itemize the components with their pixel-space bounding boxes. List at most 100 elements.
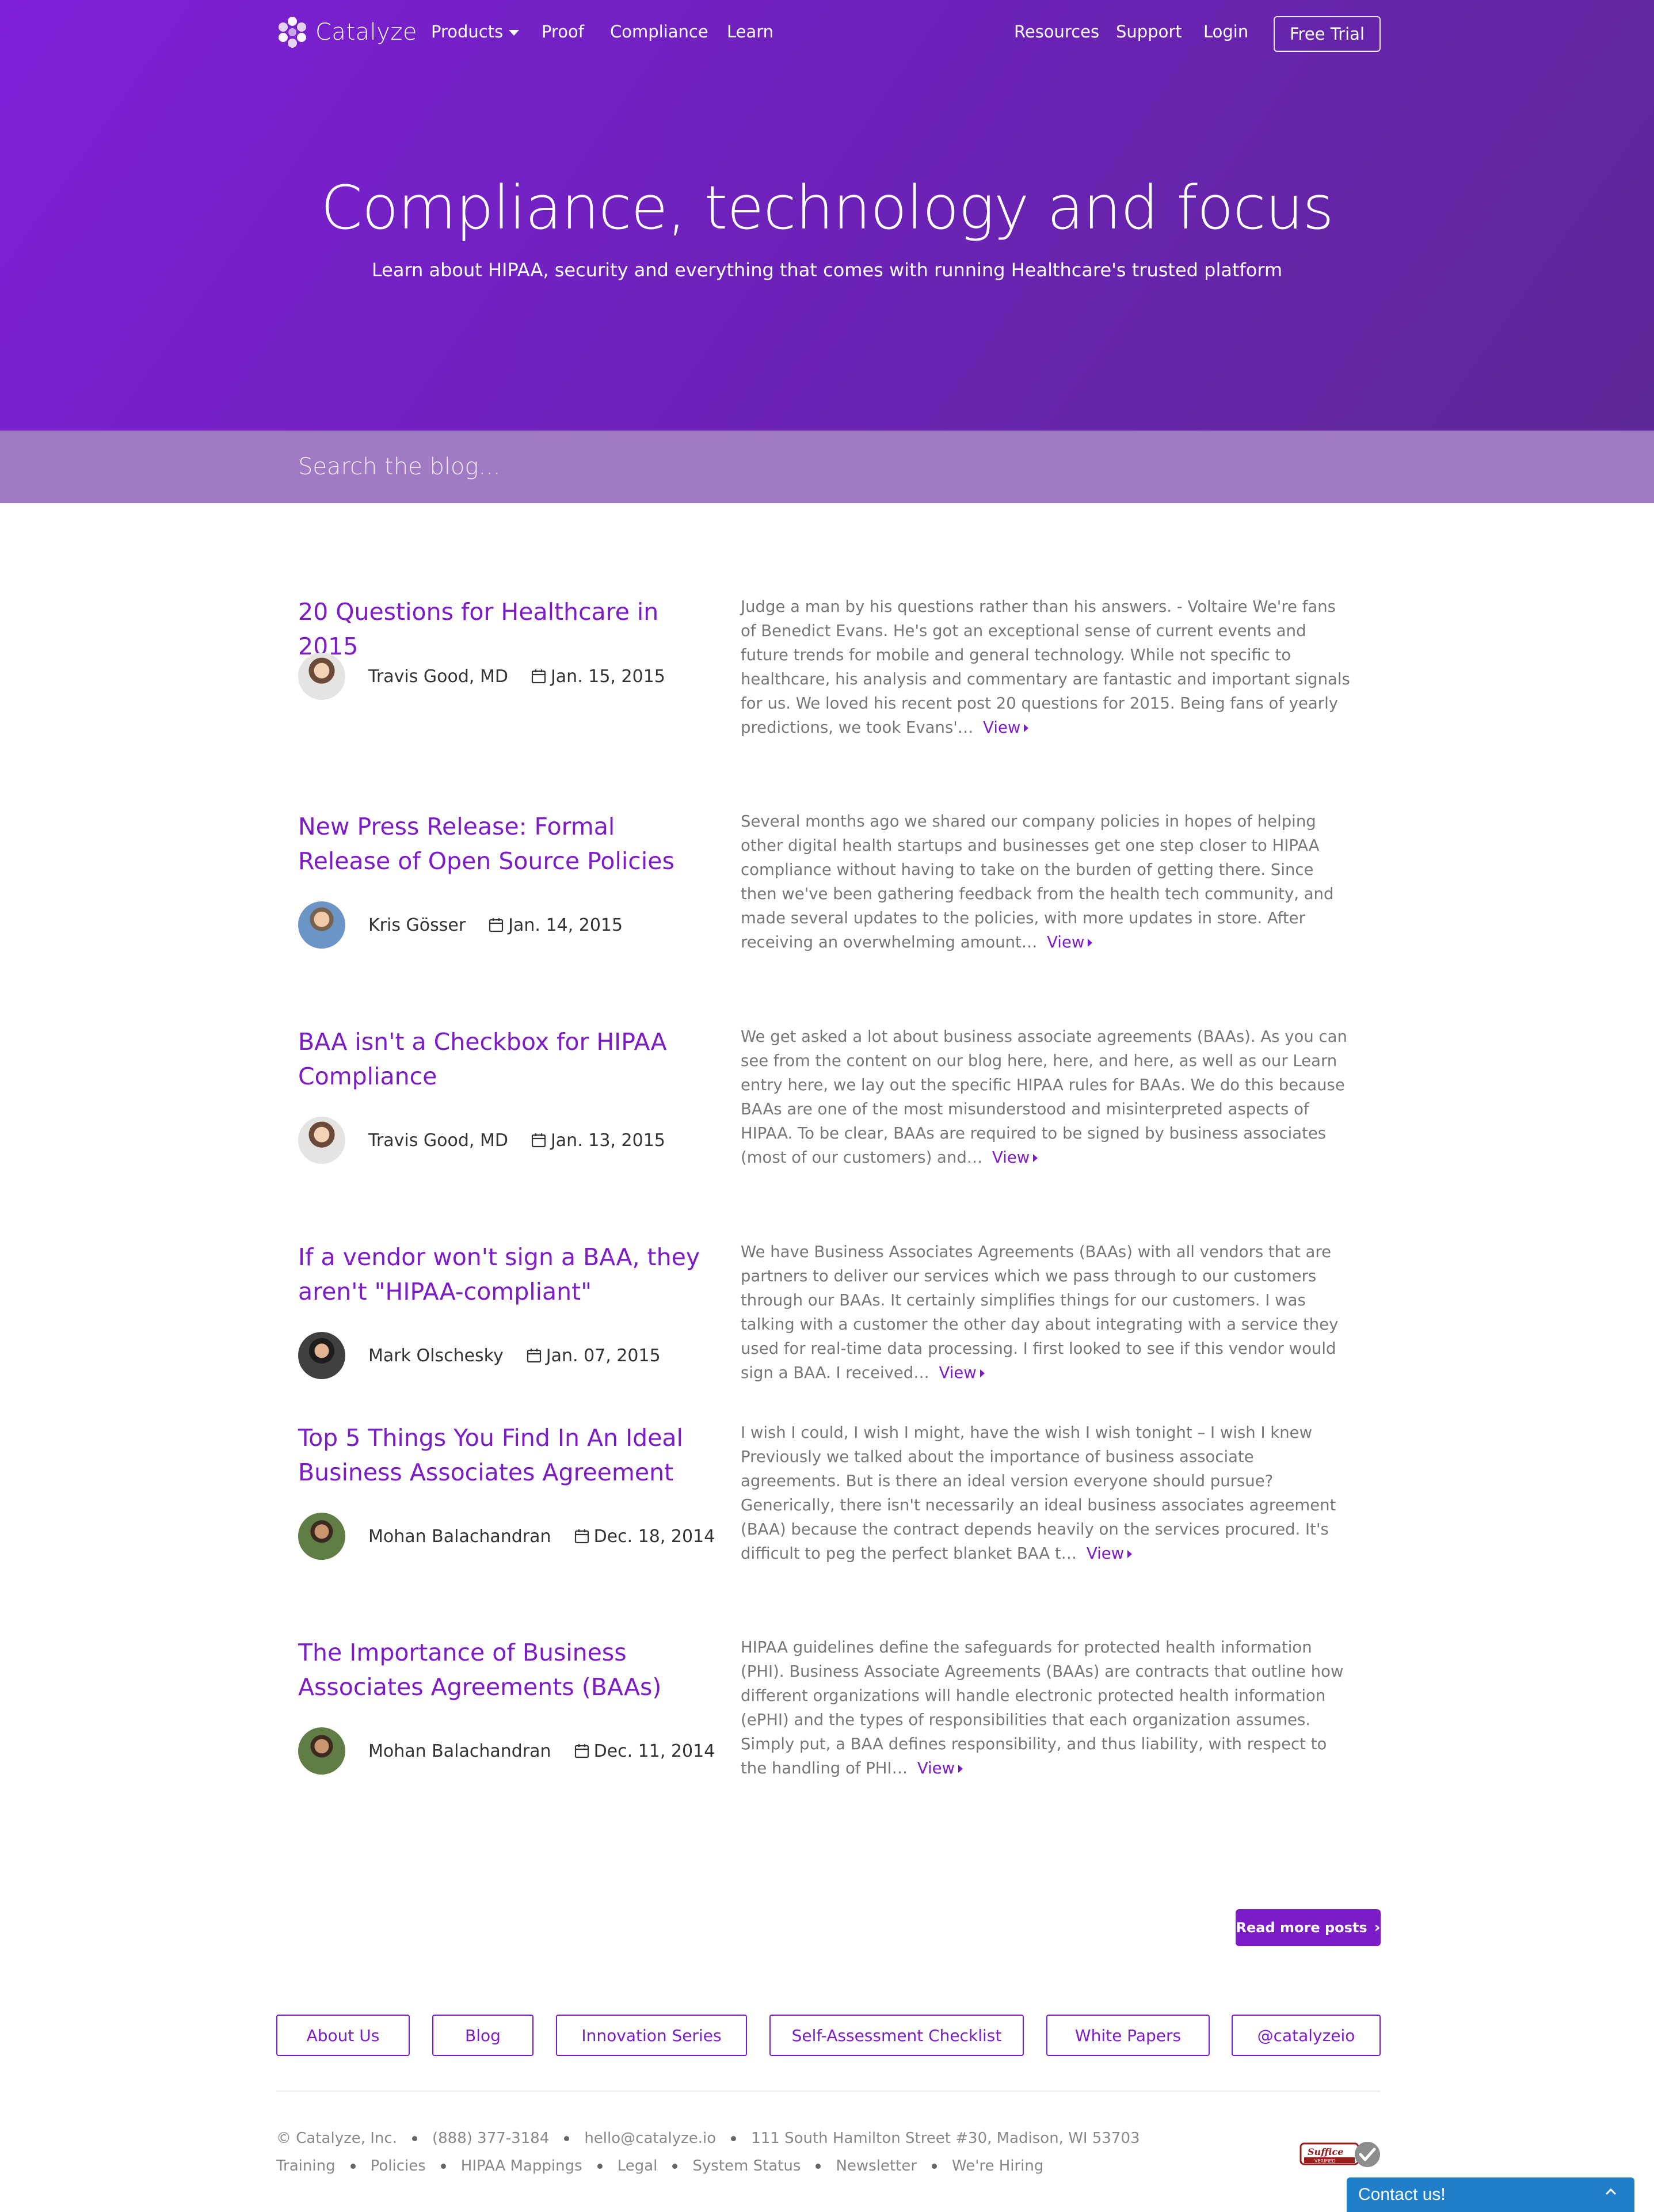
author-name: Kris Gösser — [368, 915, 466, 935]
author-avatar — [298, 1117, 345, 1164]
footer-innovation-series-button[interactable]: Innovation Series — [556, 2015, 747, 2056]
nav-support[interactable]: Support — [1116, 22, 1182, 41]
footer-self-assessment-button[interactable]: Self-Assessment Checklist — [769, 2015, 1024, 2056]
post-date: Jan. 07, 2015 — [527, 1346, 661, 1366]
view-link-label: View — [939, 1364, 977, 1382]
brand-logo[interactable]: Catalyze — [276, 15, 417, 50]
post-excerpt-text: I wish I could, I wish I might, have the… — [741, 1423, 1336, 1563]
caret-right-icon — [980, 1369, 985, 1377]
footer-link-newsletter[interactable]: Newsletter — [836, 2157, 917, 2175]
post-title[interactable]: Top 5 Things You Find In An Ideal Busine… — [298, 1421, 712, 1490]
bullet-separator — [411, 2135, 417, 2141]
nav-compliance[interactable]: Compliance — [610, 22, 708, 41]
post-date-text: Jan. 07, 2015 — [546, 1345, 661, 1366]
post-date: Jan. 14, 2015 — [489, 915, 623, 935]
footer-link-system-status[interactable]: System Status — [692, 2157, 801, 2175]
contact-us-label: Contact us! — [1358, 2185, 1446, 2204]
view-link-label: View — [917, 1759, 955, 1777]
view-post-link[interactable]: View — [939, 1364, 985, 1382]
author-avatar — [298, 1332, 345, 1379]
read-more-label: Read more posts — [1236, 1920, 1367, 1936]
author-name: Travis Good, MD — [368, 666, 508, 687]
footer-address: 111 South Hamilton Street #30, Madison, … — [751, 2130, 1140, 2147]
bullet-separator — [731, 2135, 737, 2141]
footer-divider — [276, 2091, 1381, 2092]
footer-link-hiring[interactable]: We're Hiring — [952, 2157, 1043, 2175]
post-date-text: Dec. 18, 2014 — [593, 1526, 715, 1547]
post-meta: Kris Gösser Jan. 14, 2015 — [298, 901, 623, 949]
calendar-icon — [574, 1529, 589, 1544]
footer-link-legal[interactable]: Legal — [618, 2157, 658, 2175]
blog-search-bar — [0, 431, 1654, 503]
footer-phone[interactable]: (888) 377-3184 — [432, 2130, 549, 2147]
post-title[interactable]: New Press Release: Formal Release of Ope… — [298, 809, 712, 878]
post-date: Jan. 15, 2015 — [531, 667, 665, 687]
footer-links: Training Policies HIPAA Mappings Legal S… — [276, 2157, 1043, 2175]
footer-twitter-button[interactable]: @catalyzeio — [1232, 2015, 1381, 2056]
post-excerpt: We get asked a lot about business associ… — [741, 1025, 1354, 1170]
footer-blog-button[interactable]: Blog — [432, 2015, 533, 2056]
author-name: Mohan Balachandran — [368, 1741, 551, 1761]
brand-name: Catalyze — [315, 19, 418, 45]
chevron-right-icon: › — [1374, 1919, 1381, 1936]
author-avatar — [298, 1727, 345, 1775]
nav-proof[interactable]: Proof — [542, 22, 584, 41]
post-meta: Mohan Balachandran Dec. 18, 2014 — [298, 1513, 715, 1560]
bullet-separator — [932, 2163, 937, 2169]
footer-link-training[interactable]: Training — [276, 2157, 336, 2175]
nav-resources[interactable]: Resources — [1014, 22, 1099, 41]
bullet-separator — [564, 2135, 570, 2141]
nav-products[interactable]: Products — [431, 22, 520, 41]
hero-title: Compliance, technology and focus — [321, 173, 1333, 243]
contact-us-widget[interactable]: Contact us! — [1347, 2177, 1634, 2212]
post-date-text: Dec. 11, 2014 — [593, 1741, 715, 1761]
view-post-link[interactable]: View — [917, 1759, 963, 1777]
footer-about-us-button[interactable]: About Us — [276, 2015, 410, 2056]
catalyze-logo-icon — [279, 17, 306, 48]
nav-learn[interactable]: Learn — [727, 22, 773, 41]
author-avatar — [298, 901, 345, 949]
post-excerpt-text: HIPAA guidelines define the safeguards f… — [741, 1638, 1344, 1777]
blog-search-input[interactable] — [298, 444, 1380, 489]
post-title[interactable]: If a vendor won't sign a BAA, they aren'… — [298, 1240, 712, 1309]
read-more-posts-button[interactable]: Read more posts › — [1236, 1909, 1381, 1946]
author-name: Mark Olschesky — [368, 1345, 504, 1366]
bullet-separator — [350, 2163, 356, 2169]
footer-copyright: © Catalyze, Inc. — [276, 2130, 397, 2147]
post-excerpt: HIPAA guidelines define the safeguards f… — [741, 1635, 1354, 1780]
hero-subtitle: Learn about HIPAA, security and everythi… — [371, 259, 1283, 281]
calendar-icon — [527, 1349, 541, 1363]
svg-text:Suffice: Suffice — [1308, 2146, 1343, 2157]
footer-contact-line: © Catalyze, Inc. (888) 377-3184 hello@ca… — [276, 2130, 1140, 2147]
post-date: Jan. 13, 2015 — [531, 1130, 665, 1151]
caret-right-icon — [1033, 1154, 1038, 1162]
post-excerpt-text: Several months ago we shared our company… — [741, 812, 1334, 951]
view-post-link[interactable]: View — [983, 718, 1029, 737]
view-link-label: View — [983, 718, 1021, 737]
view-link-label: View — [1086, 1544, 1125, 1563]
post-title[interactable]: The Importance of Business Associates Ag… — [298, 1635, 712, 1704]
post-excerpt-text: We get asked a lot about business associ… — [741, 1027, 1347, 1167]
post-excerpt-text: We have Business Associates Agreements (… — [741, 1243, 1339, 1382]
post-title[interactable]: BAA isn't a Checkbox for HIPAA Complianc… — [298, 1025, 712, 1094]
caret-right-icon — [958, 1765, 963, 1773]
caret-right-icon — [1127, 1550, 1133, 1558]
footer-email[interactable]: hello@catalyze.io — [584, 2130, 716, 2147]
view-link-label: View — [992, 1148, 1030, 1167]
post-excerpt: We have Business Associates Agreements (… — [741, 1240, 1354, 1385]
calendar-icon — [489, 918, 504, 932]
free-trial-button[interactable]: Free Trial — [1274, 16, 1381, 52]
footer-white-papers-button[interactable]: White Papers — [1046, 2015, 1210, 2056]
nav-login[interactable]: Login — [1203, 22, 1248, 41]
calendar-icon — [531, 669, 546, 684]
view-post-link[interactable]: View — [1047, 933, 1093, 951]
footer-link-policies[interactable]: Policies — [371, 2157, 426, 2175]
footer-link-hipaa-mappings[interactable]: HIPAA Mappings — [461, 2157, 582, 2175]
view-post-link[interactable]: View — [992, 1148, 1038, 1167]
post-date: Dec. 11, 2014 — [574, 1741, 715, 1761]
bullet-separator — [815, 2163, 821, 2169]
post-excerpt: I wish I could, I wish I might, have the… — [741, 1421, 1354, 1566]
view-post-link[interactable]: View — [1086, 1544, 1133, 1563]
hero-section: Catalyze Products Proof Compliance Learn… — [0, 0, 1654, 431]
verified-seal-badge[interactable]: Suffice VERIFIED — [1299, 2140, 1381, 2169]
